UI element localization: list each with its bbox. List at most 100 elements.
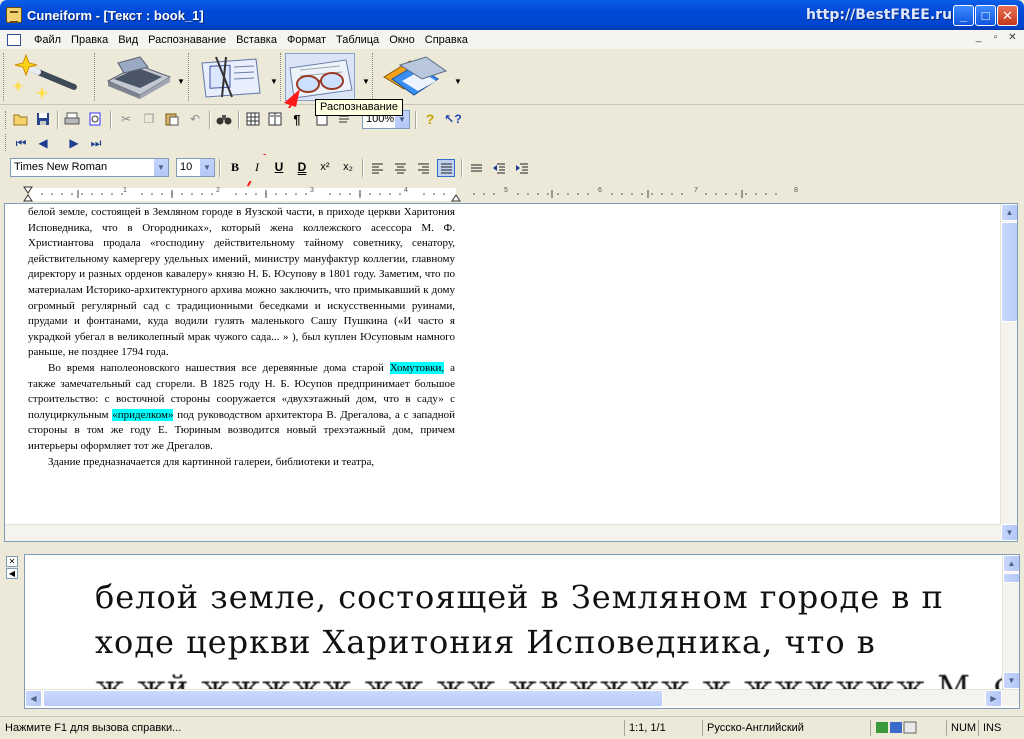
editor-horizontal-scrollbar[interactable] [5, 524, 1001, 541]
scroll-down-icon[interactable]: ▼ [1003, 672, 1019, 689]
paste-icon[interactable] [163, 110, 181, 128]
menu-table[interactable]: Таблица [331, 34, 384, 46]
separator [461, 159, 463, 177]
separator [415, 111, 417, 129]
first-page-icon[interactable]: ⏮ [12, 134, 30, 152]
separator [238, 111, 240, 129]
italic-button[interactable]: I [247, 158, 267, 177]
scan-line: белой земле, состоящей в Земляном городе… [95, 578, 944, 616]
export-dropdown-icon[interactable]: ▼ [454, 77, 462, 86]
menu-view[interactable]: Вид [113, 34, 143, 46]
superscript-button[interactable]: x² [315, 158, 335, 177]
find-binoculars-icon[interactable] [215, 110, 233, 128]
scroll-left-icon[interactable]: ◀ [25, 690, 42, 707]
undo-icon[interactable]: ↶ [186, 110, 204, 128]
scroll-right-icon[interactable]: ▶ [985, 690, 1002, 707]
menu-window[interactable]: Окно [384, 34, 420, 46]
splitter[interactable] [0, 544, 1024, 552]
collapse-pane-icon[interactable]: ◀ [6, 568, 18, 579]
separator [219, 159, 221, 177]
help-icon[interactable]: ? [421, 110, 439, 128]
chevron-down-icon[interactable]: ▼ [153, 159, 168, 176]
scan-button[interactable] [104, 53, 174, 101]
menu-bar: Файл Правка Вид Распознавание Вставка Фо… [0, 30, 1024, 49]
ruler[interactable]: 1 2 3 4 5 6 7 8 [8, 186, 1018, 203]
status-help-text: Нажмите F1 для вызова справки... [5, 722, 182, 734]
decrease-indent-icon[interactable] [490, 159, 508, 177]
menu-edit[interactable]: Правка [66, 34, 113, 46]
scan-dropdown-icon[interactable]: ▼ [177, 77, 185, 86]
export-icon [383, 56, 448, 96]
paragraph-marks-icon[interactable]: ¶ [288, 110, 306, 128]
scanner-icon [106, 56, 172, 99]
document-text[interactable]: белой земле, состоящей в Земляном городе… [28, 205, 455, 470]
menu-recognition[interactable]: Распознавание [143, 34, 231, 46]
image-pane-controls: ✕ ◀ [6, 556, 18, 580]
close-button[interactable]: ✕ [997, 5, 1018, 26]
font-select[interactable]: Times New Roman ▼ [10, 158, 169, 177]
chevron-down-icon[interactable]: ▼ [199, 159, 214, 176]
font-size-select[interactable]: 10 ▼ [176, 158, 215, 177]
bold-button[interactable]: B [225, 158, 245, 177]
scroll-down-icon[interactable]: ▼ [1001, 524, 1017, 541]
scroll-up-icon[interactable]: ▲ [1001, 204, 1017, 221]
text-editor[interactable]: белой земле, состоящей в Земляном городе… [4, 203, 1018, 542]
magic-wand-button[interactable] [12, 53, 82, 101]
menu-help[interactable]: Справка [420, 34, 473, 46]
double-underline-button[interactable]: D [292, 158, 312, 177]
increase-indent-icon[interactable] [513, 159, 531, 177]
scan-line: ходе церкви Харитония Исповедника, что в [95, 623, 876, 661]
editor-vertical-scrollbar[interactable]: ▲ ▼ [1000, 204, 1017, 541]
scanned-image-pane[interactable]: белой земле, состоящей в Земляном городе… [24, 554, 1020, 709]
menu-format[interactable]: Формат [282, 34, 331, 46]
toolbar-grip [372, 53, 375, 101]
ruler-tick-label: 1 [123, 187, 127, 194]
scroll-thumb[interactable] [1003, 573, 1019, 583]
prev-page-icon[interactable]: ◀ [34, 134, 52, 152]
align-center-icon[interactable] [391, 159, 409, 177]
subscript-button[interactable]: x₂ [338, 158, 358, 177]
first-line-indent-marker [23, 186, 33, 194]
right-indent-marker [451, 194, 461, 202]
menu-insert[interactable]: Вставка [231, 34, 282, 46]
scroll-thumb[interactable] [1001, 222, 1017, 322]
last-page-icon[interactable]: ⏭ [87, 134, 105, 152]
doc-minimize-button[interactable]: _ [971, 32, 986, 46]
columns-icon[interactable] [266, 110, 284, 128]
align-right-icon[interactable] [414, 159, 432, 177]
next-page-icon[interactable]: ▶ [65, 134, 83, 152]
app-icon [6, 7, 22, 23]
recognize-dropdown-icon[interactable]: ▼ [362, 77, 370, 86]
toolbar-grip [5, 134, 8, 151]
context-help-icon[interactable]: ↖? [444, 110, 462, 128]
document-icon [7, 33, 21, 46]
align-justify-icon[interactable] [437, 159, 455, 177]
copy-icon[interactable]: ❐ [140, 110, 158, 128]
scroll-thumb[interactable] [43, 690, 663, 707]
ruler-tick-label: 6 [598, 187, 602, 194]
open-folder-icon[interactable] [12, 110, 30, 128]
num-lock-indicator: NUM [946, 720, 976, 736]
save-icon[interactable] [34, 110, 52, 128]
maximize-button[interactable]: □ [975, 5, 996, 26]
save-export-button[interactable] [380, 53, 450, 101]
doc-restore-button[interactable]: ▫ [988, 32, 1003, 46]
line-spacing-icon[interactable] [467, 159, 485, 177]
table-icon[interactable] [244, 110, 262, 128]
image-vertical-scrollbar[interactable]: ▲ ▼ [1002, 555, 1019, 689]
separator [362, 159, 364, 177]
image-horizontal-scrollbar[interactable]: ◀ ▶ [25, 689, 1019, 707]
menu-file[interactable]: Файл [29, 34, 66, 46]
underline-button[interactable]: U [269, 158, 289, 177]
doc-close-button[interactable]: ✕ [1005, 32, 1020, 46]
minimize-button[interactable]: _ [953, 5, 974, 26]
scroll-up-icon[interactable]: ▲ [1003, 555, 1019, 572]
print-icon[interactable] [63, 110, 81, 128]
cut-icon[interactable]: ✂ [117, 110, 135, 128]
print-preview-icon[interactable] [86, 110, 104, 128]
close-pane-icon[interactable]: ✕ [6, 556, 18, 567]
formatting-toolbar: Times New Roman ▼ 10 ▼ B I U D x² x₂ [0, 155, 1024, 181]
toolbar-grip [188, 53, 191, 101]
align-left-icon[interactable] [368, 159, 386, 177]
watermark: http://BestFREE.ru [806, 7, 953, 23]
